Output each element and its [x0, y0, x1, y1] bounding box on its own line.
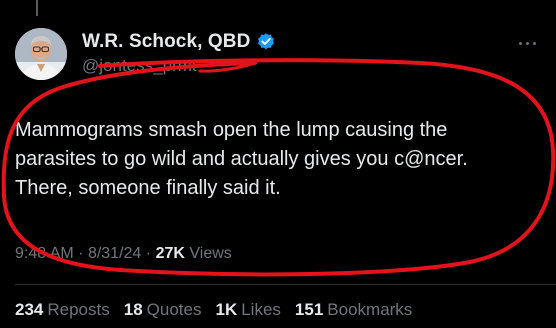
bookmarks-count: 151 — [294, 300, 324, 319]
divider — [15, 284, 556, 285]
profile-photo-icon — [15, 28, 67, 80]
tweet-screenshot: W.R. Schock, QBD @jontess_prmt Mammogram… — [0, 0, 556, 328]
author-display-name[interactable]: W.R. Schock, QBD — [82, 31, 250, 53]
likes-label: Likes — [241, 300, 281, 319]
thread-connector-line — [36, 0, 38, 16]
quotes-count: 18 — [123, 300, 143, 319]
more-dot — [532, 41, 536, 45]
reposts-label: Reposts — [47, 300, 110, 319]
tweet-text-line: There, someone finally said it. — [15, 177, 281, 199]
bookmarks-stat[interactable]: 151 Bookmarks — [295, 300, 412, 320]
more-options-icon[interactable] — [512, 36, 542, 50]
avatar[interactable] — [15, 28, 67, 80]
bookmarks-label: Bookmarks — [327, 300, 413, 319]
tweet-text-line: parasites to go wild and actually gives … — [15, 148, 468, 170]
verified-badge-icon[interactable] — [256, 32, 276, 52]
tweet-metadata: 9:48 AM · 8/31/24 · 27K Views — [15, 245, 232, 263]
tweet-text: Mammograms smash open the lump causing t… — [15, 116, 535, 203]
reposts-stat[interactable]: 234 Reposts — [15, 300, 110, 320]
engagement-stats: 234 Reposts 18 Quotes 1K Likes 151 Bookmarks — [15, 300, 412, 320]
likes-count: 1K — [215, 300, 238, 319]
meta-separator: · — [145, 245, 156, 262]
likes-stat[interactable]: 1K Likes — [215, 300, 280, 320]
reposts-count: 234 — [15, 300, 44, 319]
more-dot — [525, 41, 529, 45]
quotes-label: Quotes — [146, 300, 202, 319]
author-name-row: W.R. Schock, QBD — [82, 30, 276, 54]
meta-separator: · — [78, 245, 88, 262]
tweet-date[interactable]: 8/31/24 — [88, 245, 141, 262]
more-dot — [518, 41, 522, 45]
author-handle[interactable]: @jontess_prmt — [82, 56, 197, 76]
tweet-time[interactable]: 9:48 AM — [15, 245, 74, 262]
quotes-stat[interactable]: 18 Quotes — [124, 300, 202, 320]
views-count: 27K — [155, 245, 185, 262]
views-label: Views — [189, 245, 232, 262]
tweet-text-line: Mammograms smash open the lump causing t… — [15, 119, 448, 141]
